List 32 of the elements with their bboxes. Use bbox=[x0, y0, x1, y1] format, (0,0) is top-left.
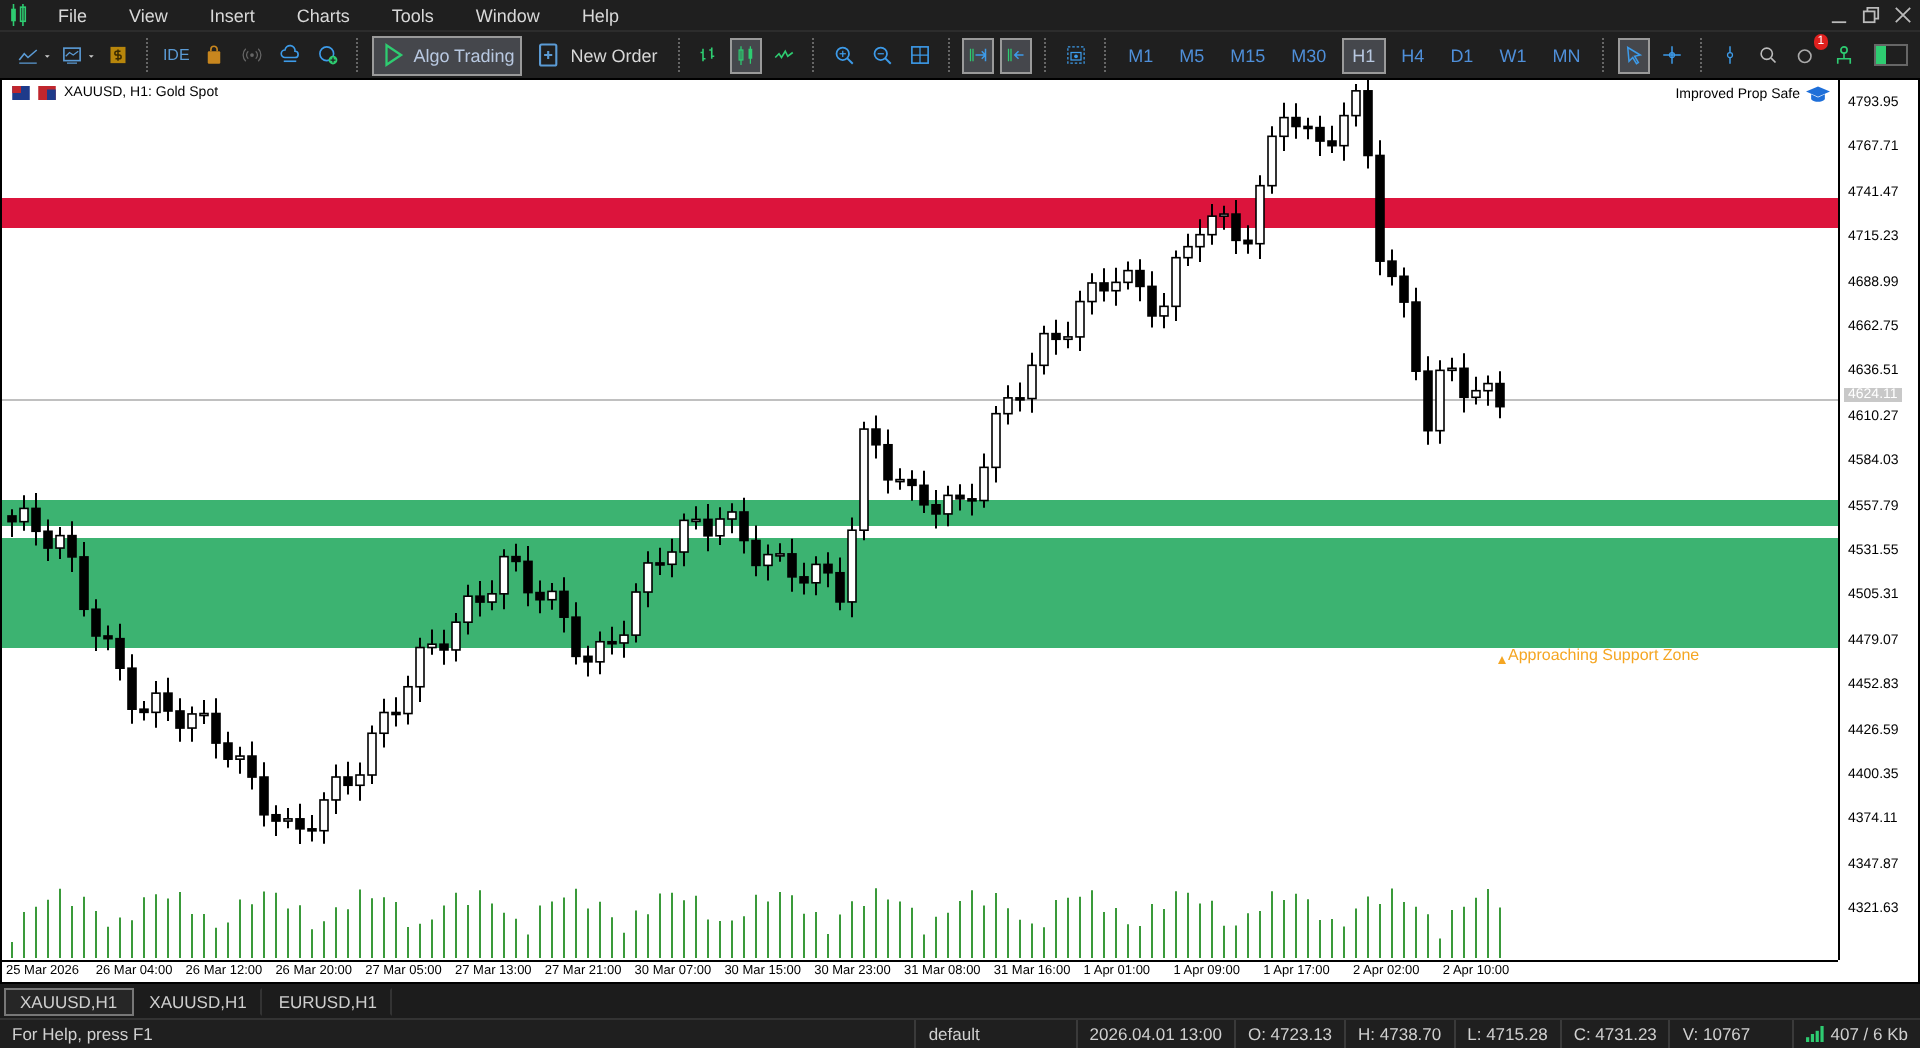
high-price: H: 4738.70 bbox=[1346, 1020, 1456, 1048]
menu-item[interactable]: Tools bbox=[391, 5, 434, 25]
timeframe-button[interactable]: H4 bbox=[1391, 37, 1435, 73]
help-text: For Help, press F1 bbox=[0, 1020, 917, 1048]
low-price: L: 4715.28 bbox=[1455, 1020, 1562, 1048]
timeframe-button[interactable]: D1 bbox=[1440, 37, 1484, 73]
close-price: C: 4731.23 bbox=[1561, 1020, 1671, 1048]
menu-item[interactable]: Insert bbox=[209, 5, 255, 25]
menu-item[interactable]: Charts bbox=[296, 5, 350, 25]
volume-value: V: 10767 bbox=[1670, 1020, 1794, 1048]
timeframe-button[interactable]: W1 bbox=[1489, 37, 1537, 73]
menu-item[interactable]: File bbox=[58, 5, 88, 25]
timeframe-button[interactable]: M5 bbox=[1169, 37, 1215, 73]
timeframe-button[interactable]: M1 bbox=[1118, 37, 1164, 73]
profile-name: default bbox=[916, 1020, 1078, 1048]
chart-tab[interactable]: EURUSD,H1 bbox=[262, 987, 393, 1015]
open-price: O: 4723.13 bbox=[1235, 1020, 1347, 1048]
algo-trading-button[interactable]: Algo Trading bbox=[371, 35, 523, 75]
zone-alert-label: Approaching Support Zone bbox=[1508, 646, 1700, 664]
timeframe-button[interactable]: M30 bbox=[1281, 37, 1337, 73]
timeframe-button[interactable]: MN bbox=[1542, 37, 1591, 73]
timeframe-button[interactable]: M15 bbox=[1220, 37, 1276, 73]
menu-item[interactable]: Help bbox=[581, 5, 619, 25]
new-order-button[interactable]: New Order bbox=[528, 35, 666, 75]
menu-item[interactable]: View bbox=[129, 5, 168, 25]
chart-tab[interactable]: XAUUSD,H1 bbox=[4, 987, 134, 1015]
menu-item[interactable]: Window bbox=[475, 5, 540, 25]
timeframe-button[interactable]: H1 bbox=[1342, 37, 1386, 73]
bar-time: 2026.04.01 13:00 bbox=[1077, 1020, 1236, 1048]
chart-tab[interactable]: XAUUSD,H1 bbox=[133, 987, 263, 1015]
ide-button[interactable]: IDE bbox=[160, 37, 193, 73]
traffic-value: 407 / 6 Kb bbox=[1828, 1022, 1910, 1048]
